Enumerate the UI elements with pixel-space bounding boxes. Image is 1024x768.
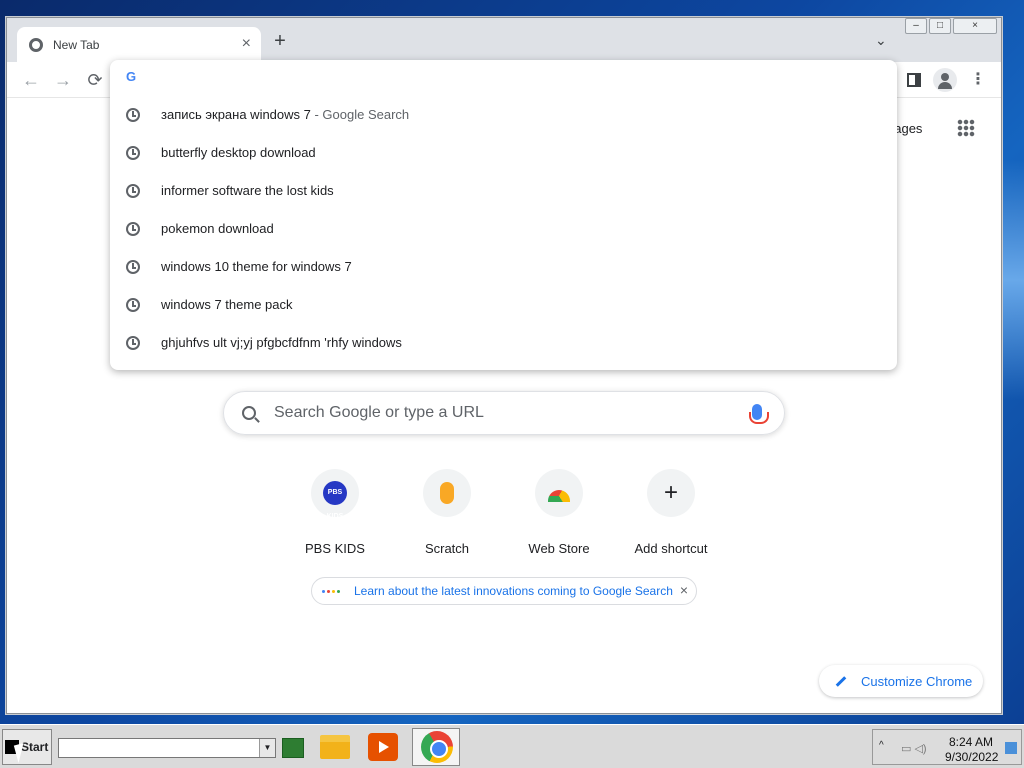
suggestion-text: pokemon download [161, 221, 274, 236]
omnibox-dropdown: G запись экрана windows 7 - Google Searc… [110, 60, 897, 370]
suggestion-text: windows 10 theme for windows 7 [161, 259, 352, 274]
suggestion-item[interactable]: butterfly desktop download [110, 134, 897, 172]
shortcuts-grid: PBS KIDS PBS KIDS Scratch Web Store + Ad… [279, 469, 727, 556]
suggestion-text: запись экрана windows 7 - Google Search [161, 107, 410, 122]
tab-title: New Tab [53, 37, 100, 52]
taskbar-address-combo[interactable]: ▼ [58, 738, 276, 758]
google-dots-icon [322, 589, 346, 593]
tab-strip: New Tab × + ⌄ – □ × [7, 18, 1001, 62]
new-tab-button[interactable]: + [269, 30, 291, 52]
side-panel-icon[interactable] [903, 69, 925, 91]
dropdown-arrow-icon[interactable]: ▼ [259, 739, 275, 757]
clock-time[interactable]: 8:24 AM [949, 735, 993, 749]
history-clock-icon [126, 260, 140, 274]
shortcut-tile: PBS KIDS [311, 469, 359, 520]
suggestion-item[interactable]: windows 7 theme pack [110, 286, 897, 324]
shortcut-label: PBS KIDS [305, 541, 365, 556]
suggestion-item[interactable]: windows 10 theme for windows 7 [110, 248, 897, 286]
suggestion-text: butterfly desktop download [161, 145, 316, 160]
shortcut-scratch[interactable]: Scratch [391, 469, 503, 556]
history-clock-icon [126, 336, 140, 350]
customize-label: Customize Chrome [861, 673, 973, 689]
customize-chrome-button[interactable]: Customize Chrome [819, 665, 983, 697]
forward-icon[interactable]: → [51, 68, 75, 92]
window-controls: – □ × [905, 18, 997, 34]
suggestion-text: windows 7 theme pack [161, 297, 293, 312]
shortcut-label: Scratch [424, 541, 470, 556]
suggestion-text: informer software the lost kids [161, 183, 334, 198]
network-volume-icon[interactable]: ▭ ◁) [901, 742, 927, 755]
shortcut-tile [423, 469, 471, 517]
reload-icon[interactable]: ⟳ [83, 68, 107, 92]
tab-close-icon[interactable]: × [242, 35, 251, 53]
shortcut-label: Web Store [528, 541, 590, 556]
shortcut-tile: + [647, 469, 695, 517]
history-clock-icon [126, 184, 140, 198]
shortcut-add[interactable]: + Add shortcut [615, 469, 727, 556]
chrome-icon [421, 731, 453, 763]
suggestion-item[interactable]: informer software the lost kids [110, 172, 897, 210]
google-apps-icon[interactable] [957, 119, 975, 137]
pbs-kids-icon: PBS KIDS [323, 481, 347, 520]
plus-icon: + [663, 479, 678, 506]
suggestion-text: ghjuhfvs ult vj;yj pfgbcfdfnm 'rhfy wind… [161, 335, 402, 350]
switch-windows-icon[interactable] [282, 738, 304, 758]
history-clock-icon [126, 222, 140, 236]
pencil-icon [835, 675, 847, 687]
history-clock-icon [126, 108, 140, 122]
google-g-icon: G [126, 69, 137, 84]
promo-text: Learn about the latest innovations comin… [354, 584, 673, 598]
search-icon [242, 406, 256, 420]
suggestion-item[interactable]: ghjuhfvs ult vj;yj pfgbcfdfnm 'rhfy wind… [110, 324, 897, 362]
suggestion-item[interactable]: запись экрана windows 7 - Google Search [110, 96, 897, 134]
shortcut-label: Add shortcut [634, 541, 708, 556]
close-window-button[interactable]: × [953, 18, 997, 34]
minimize-button[interactable]: – [905, 18, 927, 34]
notification-icon[interactable] [1005, 742, 1017, 754]
taskbar-chrome-button[interactable] [412, 728, 460, 766]
shortcut-pbs-kids[interactable]: PBS KIDS PBS KIDS [279, 469, 391, 556]
maximize-button[interactable]: □ [929, 18, 951, 34]
chrome-favicon-icon [29, 37, 43, 52]
media-player-icon[interactable] [368, 733, 398, 761]
history-clock-icon [126, 146, 140, 160]
clock-date[interactable]: 9/30/2022 [945, 750, 998, 764]
tab-search-icon[interactable]: ⌄ [875, 32, 893, 50]
history-clock-icon [126, 298, 140, 312]
tab-new-tab[interactable]: New Tab × [17, 27, 261, 62]
show-hidden-icons-icon[interactable]: ^ [879, 740, 884, 751]
file-explorer-icon[interactable] [320, 735, 350, 759]
voice-search-icon[interactable] [749, 404, 769, 424]
system-tray: ^ ▭ ◁) 8:24 AM 9/30/2022 [872, 729, 1022, 765]
web-store-icon [548, 490, 570, 502]
search-placeholder: Search Google or type a URL [274, 404, 484, 421]
chrome-menu-icon[interactable]: ⋮ [967, 69, 989, 91]
suggestion-item[interactable]: pokemon download [110, 210, 897, 248]
back-icon[interactable]: ← [19, 68, 43, 92]
profile-icon[interactable] [933, 68, 957, 92]
shortcut-tile [535, 469, 583, 517]
taskbar: Start ▼ ^ ▭ ◁) 8:24 AM 9/30/2022 [0, 724, 1024, 768]
scratch-icon [440, 482, 454, 504]
promo-chip[interactable]: Learn about the latest innovations comin… [311, 577, 697, 605]
promo-close-icon[interactable]: × [680, 582, 688, 598]
ntp-search-box[interactable]: Search Google or type a URL [223, 391, 785, 435]
shortcut-web-store[interactable]: Web Store [503, 469, 615, 556]
